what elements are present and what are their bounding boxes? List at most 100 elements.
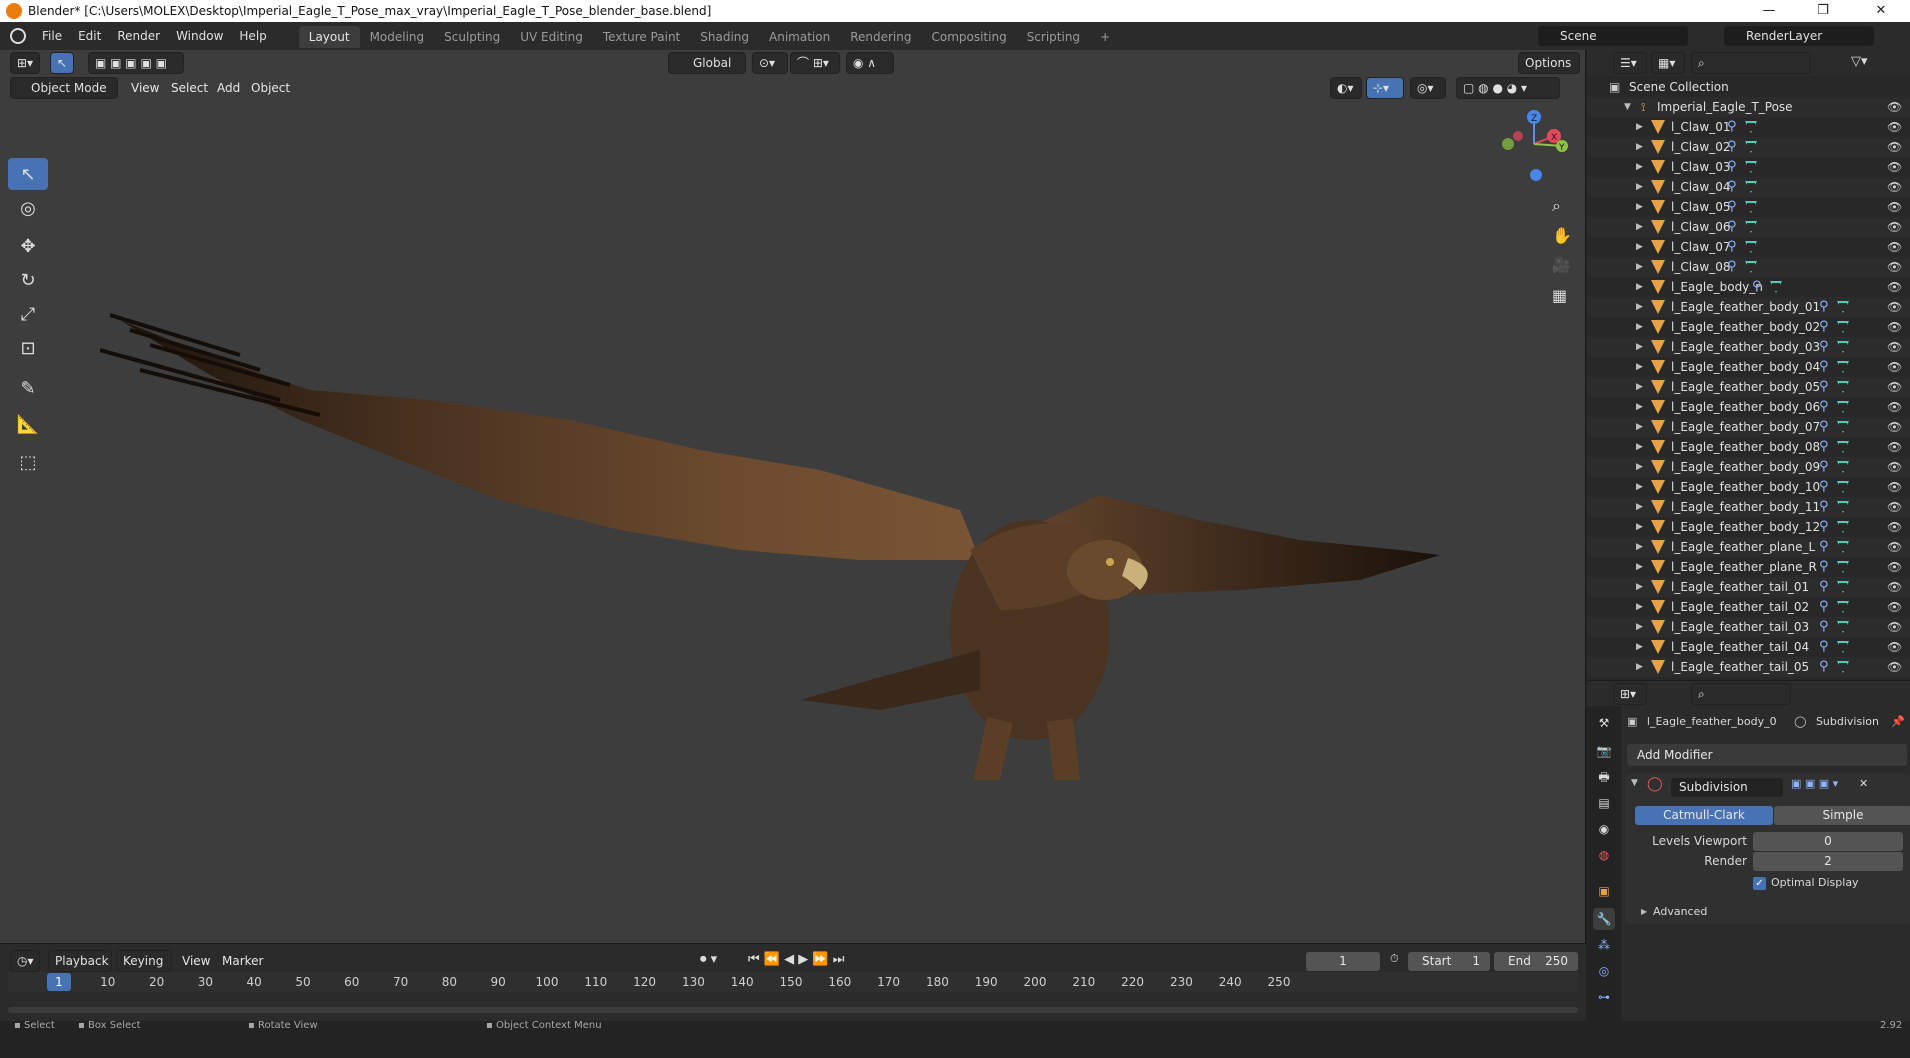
render-levels-field[interactable]: 2 (1753, 852, 1903, 871)
outliner-search-input[interactable]: ⌕ (1691, 52, 1811, 74)
playhead[interactable]: 1 (47, 973, 71, 991)
tool-tab-icon[interactable]: ⚒ (1593, 712, 1615, 734)
scale-tool-icon[interactable]: ⤢ (8, 298, 48, 330)
expand-arrow-icon[interactable]: ▶ (1636, 517, 1643, 537)
mesh-data-icon[interactable] (1837, 481, 1849, 493)
output-tab-icon[interactable]: 🖶 (1593, 766, 1615, 788)
viewport-menu-add[interactable]: Add (217, 77, 240, 99)
expand-arrow-icon[interactable]: ▶ (1636, 537, 1643, 557)
pivot-point-icon[interactable]: ⊙▾ (752, 52, 788, 74)
mesh-data-icon[interactable] (1745, 181, 1757, 193)
eagle-3d-model[interactable] (100, 250, 1460, 780)
outliner-object-row[interactable]: ▶ l_Eagle_feather_tail_01 ⚲ 👁 (1587, 577, 1910, 597)
expand-arrow-icon[interactable]: ▶ (1636, 277, 1643, 297)
outliner-object-row[interactable]: ▶ l_Claw_01 ⚲ 👁 (1587, 117, 1910, 137)
visibility-eye-icon[interactable]: 👁 (1887, 377, 1902, 397)
record-button[interactable]: ⏺ ▾ (700, 952, 717, 967)
menu-help[interactable]: Help (231, 22, 274, 50)
outliner-object-row[interactable]: ▶ l_Eagle_feather_body_12 ⚲ 👁 (1587, 517, 1910, 537)
expand-arrow-icon[interactable]: ▶ (1636, 157, 1643, 177)
expand-arrow-icon[interactable]: ▶ (1636, 497, 1643, 517)
remove-modifier-icon[interactable]: ✕ (1859, 777, 1868, 790)
levels-viewport-field[interactable]: 0 (1753, 832, 1903, 851)
selection-mode-buttons[interactable]: ▣ ▣ ▣ ▣ ▣ (88, 52, 184, 74)
modifier-wrench-icon[interactable]: ⚲ (1819, 437, 1829, 457)
mesh-data-icon[interactable] (1837, 441, 1849, 453)
tab-modeling[interactable]: Modeling (360, 26, 435, 48)
modifier-wrench-icon[interactable]: ⚲ (1819, 597, 1829, 617)
options-dropdown[interactable]: Options (1518, 52, 1580, 74)
modifier-wrench-icon[interactable]: ⚲ (1727, 257, 1737, 277)
mesh-data-icon[interactable] (1837, 381, 1849, 393)
modifier-wrench-icon[interactable]: ⚲ (1819, 337, 1829, 357)
pan-hand-icon[interactable]: ✋ (1552, 226, 1572, 245)
collapse-arrow-icon[interactable]: ▼ (1624, 97, 1631, 117)
outliner-object-row[interactable]: ▶ l_Eagle_feather_body_06 ⚲ 👁 (1587, 397, 1910, 417)
menu-render[interactable]: Render (109, 22, 168, 50)
visibility-icon[interactable]: ◐▾ (1330, 77, 1362, 99)
snap-icon[interactable]: ⌒ ⊞▾ (790, 52, 840, 74)
tab-layout[interactable]: Layout (298, 26, 360, 48)
visibility-eye-icon[interactable]: 👁 (1887, 397, 1902, 417)
close-button[interactable]: ✕ (1858, 0, 1904, 22)
expand-arrow-icon[interactable]: ▶ (1636, 137, 1643, 157)
outliner-object-row[interactable]: ▶ l_Eagle_feather_body_08 ⚲ 👁 (1587, 437, 1910, 457)
modifier-tab-icon[interactable]: 🔧 (1593, 908, 1615, 930)
expand-arrow-icon[interactable]: ▶ (1636, 297, 1643, 317)
gizmo-toggle-icon[interactable]: ⊹▾ (1366, 77, 1404, 99)
maximize-button[interactable]: ❐ (1800, 0, 1846, 22)
outliner-object-row[interactable]: ▶ l_Claw_08 ⚲ 👁 (1587, 257, 1910, 277)
outliner-object-row[interactable]: ▶ l_Eagle_feather_tail_03 ⚲ 👁 (1587, 617, 1910, 637)
particles-tab-icon[interactable]: ⁂ (1593, 934, 1615, 956)
outliner-object-row[interactable]: ▶ l_Eagle_feather_body_09 ⚲ 👁 (1587, 457, 1910, 477)
mesh-data-icon[interactable] (1837, 581, 1849, 593)
tab-animation[interactable]: Animation (759, 26, 840, 48)
visibility-eye-icon[interactable]: 👁 (1887, 457, 1902, 477)
menu-edit[interactable]: Edit (70, 22, 109, 50)
scene-collection-row[interactable]: ▣ Scene Collection (1587, 77, 1910, 97)
cursor-tool-icon[interactable]: ◎ (8, 192, 48, 224)
modifier-visibility-toggles[interactable]: ▣ ▣ ▣ ▾ (1791, 777, 1838, 790)
modifier-wrench-icon[interactable]: ⚲ (1727, 157, 1737, 177)
visibility-eye-icon[interactable]: 👁 (1887, 237, 1902, 257)
timeline-editor-type-icon[interactable]: ◷▾ (10, 950, 40, 972)
expand-arrow-icon[interactable]: ▶ (1636, 217, 1643, 237)
outliner-object-row[interactable]: ▶ l_Claw_07 ⚲ 👁 (1587, 237, 1910, 257)
expand-arrow-icon[interactable]: ▶ (1636, 417, 1643, 437)
mesh-data-icon[interactable] (1745, 261, 1757, 273)
expand-arrow-icon[interactable]: ▶ (1636, 117, 1643, 137)
stopwatch-icon[interactable]: ⏱ (1390, 952, 1399, 966)
expand-arrow-icon[interactable]: ▶ (1636, 437, 1643, 457)
overlays-icon[interactable]: ◎▾ (1410, 77, 1446, 99)
visibility-eye-icon[interactable]: 👁 (1887, 277, 1902, 297)
visibility-eye-icon[interactable]: 👁 (1887, 537, 1902, 557)
tab-shading[interactable]: Shading (690, 26, 759, 48)
render-tab-icon[interactable]: 📷 (1593, 740, 1615, 762)
mesh-data-icon[interactable] (1837, 561, 1849, 573)
editor-type-button[interactable]: ⊞▾ (10, 52, 40, 74)
mesh-data-icon[interactable] (1837, 321, 1849, 333)
timeline-scrollbar[interactable] (8, 1007, 1578, 1013)
mesh-data-icon[interactable] (1745, 141, 1757, 153)
outliner-object-row[interactable]: ▶ l_Eagle_feather_plane_R ⚲ 👁 (1587, 557, 1910, 577)
expand-arrow-icon[interactable]: ▶ (1636, 377, 1643, 397)
modifier-wrench-icon[interactable]: ⚲ (1819, 457, 1829, 477)
select-tool-icon[interactable]: ↖ (50, 52, 74, 74)
advanced-section-label[interactable]: Advanced (1653, 905, 1707, 918)
modifier-wrench-icon[interactable]: ⚲ (1819, 617, 1829, 637)
outliner-object-row[interactable]: ▶ l_Eagle_feather_body_05 ⚲ 👁 (1587, 377, 1910, 397)
outliner-object-row[interactable]: ▶ l_Eagle_feather_tail_02 ⚲ 👁 (1587, 597, 1910, 617)
proportional-edit-icon[interactable]: ◉ ∧ (846, 52, 894, 74)
outliner-object-row[interactable]: ▶ l_Eagle_feather_tail_04 ⚲ 👁 (1587, 637, 1910, 657)
world-tab-icon[interactable]: ◍ (1593, 844, 1615, 866)
modifier-wrench-icon[interactable]: ⚲ (1819, 317, 1829, 337)
pin-icon[interactable]: 📌 (1891, 711, 1905, 733)
modifier-name-input[interactable]: Subdivision (1671, 778, 1783, 797)
transform-tool-icon[interactable]: ⊡ (8, 332, 48, 364)
outliner-object-row[interactable]: ▶ l_Eagle_feather_body_10 ⚲ 👁 (1587, 477, 1910, 497)
visibility-eye-icon[interactable]: 👁 (1887, 597, 1902, 617)
mesh-data-icon[interactable] (1837, 401, 1849, 413)
tab-texture-paint[interactable]: Texture Paint (593, 26, 690, 48)
visibility-eye-icon[interactable]: 👁 (1887, 297, 1902, 317)
blender-menu-icon[interactable] (10, 28, 26, 44)
